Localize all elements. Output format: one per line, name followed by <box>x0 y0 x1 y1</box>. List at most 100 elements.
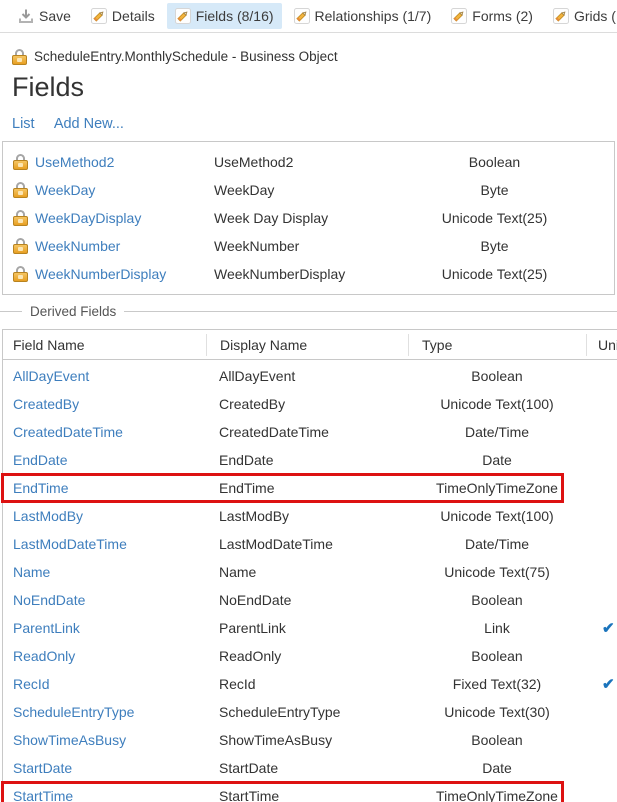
toolbar-item-label: Fields (8/16) <box>196 8 274 24</box>
field-name-cell: WeekDayDisplay <box>3 210 214 226</box>
field-name-cell: WeekDay <box>3 182 214 198</box>
derived-field-row: StartTimeStartTimeTimeOnlyTimeZone <box>3 782 617 802</box>
derived-field-row: RecIdRecIdFixed Text(32)✔ <box>3 670 617 698</box>
toolbar-item-save[interactable]: Save <box>10 3 79 29</box>
toolbar-item-details[interactable]: Details <box>83 3 163 29</box>
lock-icon <box>12 49 27 65</box>
field-name-link[interactable]: UseMethod2 <box>35 154 114 170</box>
list-link[interactable]: List <box>12 116 35 132</box>
derived-field-row: ParentLinkParentLinkLink✔ <box>3 614 617 642</box>
derived-field-row: NoEndDateNoEndDateBoolean <box>3 586 617 614</box>
field-name-link[interactable]: ShowTimeAsBusy <box>13 732 126 748</box>
toolbar-item-label: Grids (1) <box>574 8 617 24</box>
display-name-cell: Name <box>206 564 408 580</box>
field-name-link[interactable]: WeekNumber <box>35 238 120 254</box>
pencil-icon <box>553 8 569 24</box>
field-name-cell: CreatedDateTime <box>3 424 206 440</box>
display-name-cell: CreatedDateTime <box>206 424 408 440</box>
locked-field-row: UseMethod2UseMethod2Boolean <box>3 148 614 176</box>
field-name-cell: LastModBy <box>3 508 206 524</box>
derived-field-row: NameNameUnicode Text(75) <box>3 558 617 586</box>
type-cell: Byte <box>407 238 582 254</box>
display-name-cell: StartDate <box>206 760 408 776</box>
lock-icon <box>13 238 28 254</box>
field-name-link[interactable]: StartTime <box>13 788 73 802</box>
lock-icon <box>13 210 28 226</box>
add-new-link[interactable]: Add New... <box>54 116 124 132</box>
field-name-link[interactable]: EndDate <box>13 452 67 468</box>
field-name-link[interactable]: WeekNumberDisplay <box>35 266 166 282</box>
action-links: List Add New... <box>12 116 617 134</box>
pencil-icon <box>294 8 310 24</box>
page-title: Fields <box>12 71 617 103</box>
field-name-link[interactable]: WeekDay <box>35 182 95 198</box>
type-cell: Date <box>408 760 586 776</box>
field-name-cell: AllDayEvent <box>3 368 206 384</box>
derived-field-row: StartDateStartDateDate <box>3 754 617 782</box>
derived-fields-table: Field NameDisplay NameTypeUnic AllDayEve… <box>2 329 617 802</box>
display-name-cell: EndDate <box>206 452 408 468</box>
legend-label: Derived Fields <box>22 304 124 319</box>
type-cell: Boolean <box>408 592 586 608</box>
derived-field-row: EndTimeEndTimeTimeOnlyTimeZone <box>3 474 617 502</box>
toolbar-item-fields-8-16[interactable]: Fields (8/16) <box>167 3 282 29</box>
toolbar-item-relationships-1-7[interactable]: Relationships (1/7) <box>286 3 440 29</box>
field-name-cell: Name <box>3 564 206 580</box>
legend-line <box>0 311 22 312</box>
derived-field-row: EndDateEndDateDate <box>3 446 617 474</box>
unicode-cell: ✔ <box>586 620 617 636</box>
column-header-type: Type <box>408 334 586 356</box>
toolbar-item-forms-2[interactable]: Forms (2) <box>443 3 541 29</box>
type-cell: Unicode Text(30) <box>408 704 586 720</box>
field-name-link[interactable]: AllDayEvent <box>13 368 89 384</box>
display-name-cell: Week Day Display <box>214 210 407 226</box>
field-name-cell: UseMethod2 <box>3 154 214 170</box>
locked-field-row: WeekDayDisplayWeek Day DisplayUnicode Te… <box>3 204 614 232</box>
type-cell: Unicode Text(100) <box>408 396 586 412</box>
display-name-cell: NoEndDate <box>206 592 408 608</box>
display-name-cell: StartTime <box>206 788 408 802</box>
field-name-cell: CreatedBy <box>3 396 206 412</box>
field-name-link[interactable]: NoEndDate <box>13 592 85 608</box>
type-cell: Boolean <box>408 732 586 748</box>
field-name-link[interactable]: CreatedBy <box>13 396 79 412</box>
field-name-cell: StartTime <box>3 788 206 802</box>
field-name-link[interactable]: RecId <box>13 676 50 692</box>
field-name-link[interactable]: LastModDateTime <box>13 536 127 552</box>
field-name-link[interactable]: WeekDayDisplay <box>35 210 141 226</box>
type-cell: Date/Time <box>408 424 586 440</box>
derived-table-header: Field NameDisplay NameTypeUnic <box>3 330 617 360</box>
toolbar-item-grids-1[interactable]: Grids (1) <box>545 3 617 29</box>
display-name-cell: LastModDateTime <box>206 536 408 552</box>
breadcrumb-label: ScheduleEntry.MonthlySchedule - Business… <box>34 49 338 64</box>
derived-field-row: LastModByLastModByUnicode Text(100) <box>3 502 617 530</box>
field-name-link[interactable]: Name <box>13 564 50 580</box>
pencil-icon <box>451 8 467 24</box>
field-name-cell: ParentLink <box>3 620 206 636</box>
derived-field-row: ReadOnlyReadOnlyBoolean <box>3 642 617 670</box>
field-name-cell: RecId <box>3 676 206 692</box>
display-name-cell: CreatedBy <box>206 396 408 412</box>
field-name-link[interactable]: EndTime <box>13 480 69 496</box>
field-name-link[interactable]: ReadOnly <box>13 648 75 664</box>
display-name-cell: LastModBy <box>206 508 408 524</box>
toolbar-item-label: Forms (2) <box>472 8 533 24</box>
derived-field-row: CreatedByCreatedByUnicode Text(100) <box>3 390 617 418</box>
toolbar-item-label: Save <box>39 8 71 24</box>
field-name-cell: EndTime <box>3 480 206 496</box>
type-cell: TimeOnlyTimeZone <box>408 788 586 802</box>
display-name-cell: EndTime <box>206 480 408 496</box>
field-name-link[interactable]: ParentLink <box>13 620 80 636</box>
display-name-cell: ParentLink <box>206 620 408 636</box>
field-name-cell: LastModDateTime <box>3 536 206 552</box>
type-cell: Unicode Text(25) <box>407 266 582 282</box>
field-name-link[interactable]: ScheduleEntryType <box>13 704 134 720</box>
field-name-cell: WeekNumberDisplay <box>3 266 214 282</box>
field-name-link[interactable]: StartDate <box>13 760 72 776</box>
field-name-link[interactable]: LastModBy <box>13 508 83 524</box>
type-cell: Link <box>408 620 586 636</box>
type-cell: Boolean <box>408 368 586 384</box>
type-cell: Boolean <box>408 648 586 664</box>
lock-icon <box>13 154 28 170</box>
field-name-link[interactable]: CreatedDateTime <box>13 424 123 440</box>
